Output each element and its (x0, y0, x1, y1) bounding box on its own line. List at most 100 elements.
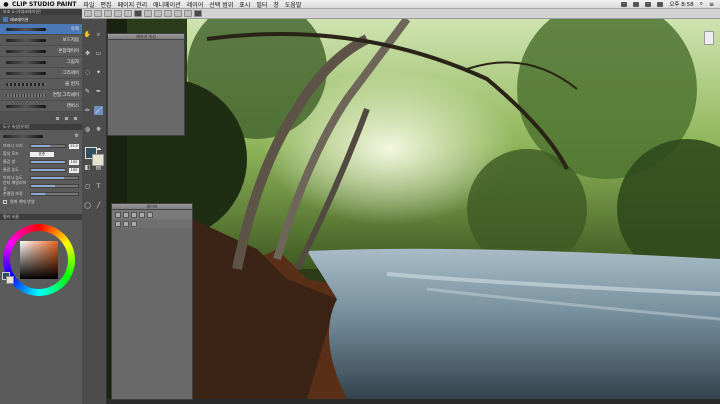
ruler-icon[interactable]: ╱ (94, 201, 103, 210)
blend-mode-select[interactable]: 표준 (30, 151, 54, 157)
lock-icon[interactable] (115, 220, 121, 227)
hand-icon[interactable]: ✋ (83, 30, 92, 39)
balloon-icon[interactable]: ◯ (83, 201, 92, 210)
redo-icon[interactable] (124, 10, 132, 17)
pen-icon[interactable]: ✒ (94, 87, 103, 96)
menu-filter[interactable]: 필터 (256, 0, 267, 9)
brush-item[interactable]: 캔버스 (0, 101, 82, 112)
menu-help[interactable]: 도움말 (285, 0, 302, 9)
wand-icon[interactable]: ✦ (94, 68, 103, 77)
property-label: 손떨림 보정 (3, 191, 23, 196)
eyedropper-icon[interactable]: ✎ (83, 87, 92, 96)
clip-icon[interactable] (123, 220, 129, 227)
deselect-icon[interactable] (164, 10, 172, 17)
property-row[interactable]: 물감 농도 100 (0, 166, 82, 174)
apple-icon[interactable]: ● (0, 1, 12, 8)
saturation-value-square[interactable] (20, 241, 58, 279)
brush-item[interactable]: 혼합레이어 (0, 46, 82, 57)
app-name[interactable]: CLIP STUDIO PAINT (12, 1, 76, 8)
brush-list: 유화 보드저음 혼합레이어 그림자 그리세어 물 번지 연필 그리세어 캔버스 (0, 24, 82, 112)
airbrush-icon[interactable]: ◍ (83, 125, 92, 134)
help-icon[interactable] (194, 10, 202, 17)
property-slider[interactable] (30, 176, 79, 180)
snap-grid-icon[interactable] (184, 10, 192, 17)
fill-selection-icon[interactable] (144, 10, 152, 17)
wifi-icon[interactable] (633, 1, 640, 7)
left-panel: 보조 도구[데코레이션] 데코레이션 유화 보드저음 혼합레이어 그림자 그리세… (0, 9, 82, 404)
merge-icon[interactable] (139, 211, 145, 218)
menu-animation[interactable]: 애니메이션 (153, 0, 181, 9)
open-icon[interactable] (94, 10, 102, 17)
brush-item[interactable]: 그리세어 (0, 68, 82, 79)
sub-color-swatch[interactable] (6, 276, 14, 284)
color-swatch-sub[interactable] (92, 154, 104, 166)
undo-icon[interactable] (114, 10, 122, 17)
property-row[interactable]: 손떨림 보정 (0, 190, 82, 198)
copy-brush-icon[interactable] (64, 116, 69, 121)
brush-item[interactable]: 유화 (0, 24, 82, 35)
new-folder-icon[interactable] (123, 211, 129, 218)
battery-icon[interactable] (657, 1, 664, 7)
property-row[interactable]: 합성 모드 표준 (0, 150, 82, 158)
menu-page[interactable]: 페이지 관리 (118, 0, 148, 9)
menu-selection[interactable]: 선택 범위 (209, 0, 233, 9)
brush-icon[interactable]: 🖌 (94, 106, 103, 115)
snap-ruler-icon[interactable] (174, 10, 182, 17)
checkbox-row[interactable]: 원래 색에 반영 (0, 198, 82, 206)
brush-group-label[interactable]: 데코레이션 (10, 17, 28, 23)
transform-icon[interactable] (154, 10, 162, 17)
lasso-icon[interactable]: ◌ (83, 68, 92, 77)
move-icon[interactable]: ✥ (83, 49, 92, 58)
text-icon[interactable]: T (94, 182, 103, 191)
property-row[interactable]: 물감 양 100 (0, 158, 82, 166)
property-value[interactable]: 100 (69, 159, 79, 165)
decoration-icon[interactable]: ❋ (94, 125, 103, 134)
dropbox-icon[interactable] (621, 1, 628, 7)
add-brush-icon[interactable] (55, 116, 60, 121)
zoom-icon[interactable]: ⌕ (94, 30, 103, 39)
property-value[interactable]: 25.0 (69, 143, 79, 149)
menu-window[interactable]: 창 (273, 0, 279, 9)
property-slider[interactable] (30, 144, 66, 148)
brush-label: 보드저음 (62, 38, 79, 43)
menu-file[interactable]: 파일 (83, 0, 94, 9)
layer-property-panel-title[interactable]: 레이어 속성 (108, 34, 184, 40)
property-slider[interactable] (30, 160, 66, 164)
property-value[interactable]: 100 (69, 167, 79, 173)
canvas[interactable] (107, 19, 720, 399)
brush-item[interactable]: 물 번지 (0, 79, 82, 90)
select-icon[interactable]: ▭ (94, 49, 103, 58)
property-row[interactable]: 브러시 크기 25.0 (0, 142, 82, 150)
menu-view[interactable]: 표시 (239, 0, 250, 9)
brush-preview (6, 72, 46, 75)
command-bar (82, 9, 720, 19)
save-icon[interactable] (104, 10, 112, 17)
checkbox[interactable] (3, 200, 7, 204)
fill-icon[interactable]: ◧ (83, 163, 92, 172)
brush-item[interactable]: 연필 그리세어 (0, 90, 82, 101)
property-row[interactable]: 안티 에일리어싱 (0, 180, 82, 191)
wrench-icon[interactable]: ⚙ (75, 133, 79, 139)
reference-icon[interactable] (131, 220, 137, 227)
menu-list-icon[interactable]: ≡ (709, 1, 714, 8)
figure-icon[interactable]: ◻ (83, 182, 92, 191)
pencil-icon[interactable]: ✏ (83, 106, 92, 115)
clear-icon[interactable] (134, 10, 142, 17)
delete-layer-icon[interactable] (147, 211, 153, 218)
brush-label: 그림자 (66, 60, 79, 65)
volume-icon[interactable] (645, 1, 652, 7)
menu-layer[interactable]: 레이어 (187, 0, 204, 9)
brush-item[interactable]: 그림자 (0, 57, 82, 68)
delete-brush-icon[interactable] (73, 116, 78, 121)
property-slider[interactable] (30, 168, 66, 172)
search-icon[interactable]: ⌕ (700, 0, 703, 8)
canvas-scroll-handle[interactable] (704, 31, 714, 45)
new-layer-icon[interactable] (115, 211, 121, 218)
property-slider[interactable] (30, 192, 79, 196)
menu-edit[interactable]: 편집 (101, 0, 112, 9)
clock[interactable]: 오후 8:58 (669, 0, 693, 8)
property-slider[interactable] (30, 184, 79, 188)
mask-icon[interactable] (131, 211, 137, 218)
new-icon[interactable] (84, 10, 92, 17)
brush-item[interactable]: 보드저음 (0, 35, 82, 46)
